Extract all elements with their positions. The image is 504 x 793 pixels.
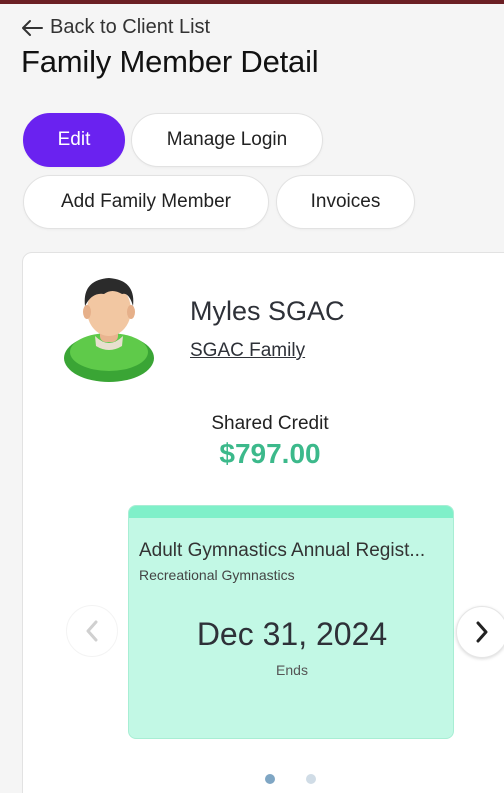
registration-card-accent xyxy=(129,506,453,518)
page-title: Family Member Detail xyxy=(21,44,319,79)
member-name: Myles SGAC xyxy=(190,296,345,326)
chevron-left-icon xyxy=(86,620,98,642)
registration-end-date: Dec 31, 2024 xyxy=(196,616,388,652)
registration-end-label: Ends xyxy=(276,662,308,678)
registration-card[interactable]: Adult Gymnastics Annual Regist... Recrea… xyxy=(128,505,454,739)
edit-button[interactable]: Edit xyxy=(23,113,125,167)
shared-credit-value: $797.00 xyxy=(219,438,321,469)
back-to-client-list-link[interactable]: Back to Client List xyxy=(20,16,210,39)
shared-credit-label: Shared Credit xyxy=(211,413,329,434)
registration-subtitle: Recreational Gymnastics xyxy=(139,567,295,583)
arrow-left-icon xyxy=(22,19,43,36)
invoices-button[interactable]: Invoices xyxy=(276,175,415,229)
carousel-dot-1[interactable] xyxy=(265,774,275,784)
family-link[interactable]: SGAC Family xyxy=(190,340,305,362)
carousel-dot-2[interactable] xyxy=(306,774,316,784)
carousel-next-button[interactable] xyxy=(456,606,504,658)
add-family-member-button[interactable]: Add Family Member xyxy=(23,175,269,229)
registration-title: Adult Gymnastics Annual Regist... xyxy=(139,540,426,561)
top-strip xyxy=(0,0,504,4)
manage-login-button[interactable]: Manage Login xyxy=(131,113,323,167)
back-link-label: Back to Client List xyxy=(50,16,211,38)
person-avatar-icon xyxy=(64,278,154,382)
chevron-right-icon xyxy=(476,621,488,643)
carousel-prev-button[interactable] xyxy=(66,605,118,657)
